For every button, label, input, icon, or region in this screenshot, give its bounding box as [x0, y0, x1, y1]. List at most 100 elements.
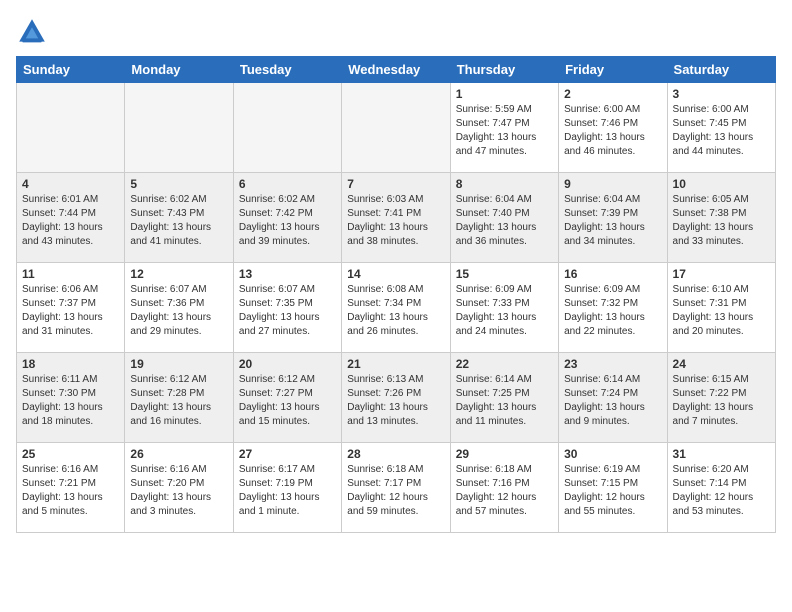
- day-number: 5: [130, 177, 227, 191]
- day-info: Sunrise: 6:09 AMSunset: 7:33 PMDaylight:…: [456, 283, 553, 339]
- day-info: Sunrise: 6:12 AMSunset: 7:28 PMDaylight:…: [130, 373, 227, 429]
- calendar-cell: [233, 83, 341, 173]
- logo: [16, 16, 52, 48]
- day-number: 8: [456, 177, 553, 191]
- calendar-cell: 8 Sunrise: 6:04 AMSunset: 7:40 PMDaylight…: [450, 173, 558, 263]
- day-info: Sunrise: 6:18 AMSunset: 7:16 PMDaylight:…: [456, 463, 553, 519]
- day-info: Sunrise: 6:02 AMSunset: 7:42 PMDaylight:…: [239, 193, 336, 249]
- calendar-cell: 20 Sunrise: 6:12 AMSunset: 7:27 PMDayligh…: [233, 353, 341, 443]
- calendar-cell: 23 Sunrise: 6:14 AMSunset: 7:24 PMDayligh…: [559, 353, 667, 443]
- calendar-cell: 6 Sunrise: 6:02 AMSunset: 7:42 PMDaylight…: [233, 173, 341, 263]
- calendar-cell: 5 Sunrise: 6:02 AMSunset: 7:43 PMDaylight…: [125, 173, 233, 263]
- calendar-cell: 2 Sunrise: 6:00 AMSunset: 7:46 PMDaylight…: [559, 83, 667, 173]
- day-number: 31: [673, 447, 770, 461]
- day-info: Sunrise: 6:11 AMSunset: 7:30 PMDaylight:…: [22, 373, 119, 429]
- calendar-cell: 13 Sunrise: 6:07 AMSunset: 7:35 PMDayligh…: [233, 263, 341, 353]
- calendar-week-row: 1 Sunrise: 5:59 AMSunset: 7:47 PMDaylight…: [17, 83, 776, 173]
- day-number: 20: [239, 357, 336, 371]
- calendar-cell: 17 Sunrise: 6:10 AMSunset: 7:31 PMDayligh…: [667, 263, 775, 353]
- day-number: 26: [130, 447, 227, 461]
- day-number: 23: [564, 357, 661, 371]
- day-number: 3: [673, 87, 770, 101]
- day-info: Sunrise: 6:16 AMSunset: 7:21 PMDaylight:…: [22, 463, 119, 519]
- day-number: 2: [564, 87, 661, 101]
- day-info: Sunrise: 6:13 AMSunset: 7:26 PMDaylight:…: [347, 373, 444, 429]
- day-info: Sunrise: 6:04 AMSunset: 7:40 PMDaylight:…: [456, 193, 553, 249]
- day-number: 25: [22, 447, 119, 461]
- day-number: 16: [564, 267, 661, 281]
- day-info: Sunrise: 6:02 AMSunset: 7:43 PMDaylight:…: [130, 193, 227, 249]
- calendar-cell: 21 Sunrise: 6:13 AMSunset: 7:26 PMDayligh…: [342, 353, 450, 443]
- calendar-cell: 25 Sunrise: 6:16 AMSunset: 7:21 PMDayligh…: [17, 443, 125, 533]
- day-info: Sunrise: 6:09 AMSunset: 7:32 PMDaylight:…: [564, 283, 661, 339]
- calendar-cell: 7Sunrise: 6:03 AMSunset: 7:41 PMDaylight…: [342, 173, 450, 263]
- day-info: Sunrise: 5:59 AMSunset: 7:47 PMDaylight:…: [456, 103, 553, 159]
- day-info: Sunrise: 6:16 AMSunset: 7:20 PMDaylight:…: [130, 463, 227, 519]
- calendar-header-sunday: Sunday: [17, 57, 125, 83]
- calendar-header-thursday: Thursday: [450, 57, 558, 83]
- day-info: Sunrise: 6:20 AMSunset: 7:14 PMDaylight:…: [673, 463, 770, 519]
- day-info: Sunrise: 6:00 AMSunset: 7:46 PMDaylight:…: [564, 103, 661, 159]
- day-info: Sunrise: 6:00 AMSunset: 7:45 PMDaylight:…: [673, 103, 770, 159]
- day-number: 30: [564, 447, 661, 461]
- day-info: Sunrise: 6:15 AMSunset: 7:22 PMDaylight:…: [673, 373, 770, 429]
- day-info: Sunrise: 6:07 AMSunset: 7:35 PMDaylight:…: [239, 283, 336, 339]
- calendar-header-tuesday: Tuesday: [233, 57, 341, 83]
- calendar-cell: 26 Sunrise: 6:16 AMSunset: 7:20 PMDayligh…: [125, 443, 233, 533]
- calendar-cell: 10 Sunrise: 6:05 AMSunset: 7:38 PMDayligh…: [667, 173, 775, 263]
- calendar-cell: 4Sunrise: 6:01 AMSunset: 7:44 PMDaylight…: [17, 173, 125, 263]
- calendar-cell: 27Sunrise: 6:17 AMSunset: 7:19 PMDayligh…: [233, 443, 341, 533]
- calendar-week-row: 25 Sunrise: 6:16 AMSunset: 7:21 PMDayligh…: [17, 443, 776, 533]
- day-number: 14: [347, 267, 444, 281]
- day-number: 28: [347, 447, 444, 461]
- day-info: Sunrise: 6:19 AMSunset: 7:15 PMDaylight:…: [564, 463, 661, 519]
- calendar-cell: 16 Sunrise: 6:09 AMSunset: 7:32 PMDayligh…: [559, 263, 667, 353]
- page-header: [16, 16, 776, 48]
- day-info: Sunrise: 6:14 AMSunset: 7:24 PMDaylight:…: [564, 373, 661, 429]
- calendar-cell: 3 Sunrise: 6:00 AMSunset: 7:45 PMDaylight…: [667, 83, 775, 173]
- day-info: Sunrise: 6:10 AMSunset: 7:31 PMDaylight:…: [673, 283, 770, 339]
- day-info: Sunrise: 6:18 AMSunset: 7:17 PMDaylight:…: [347, 463, 444, 519]
- calendar-cell: 22Sunrise: 6:14 AMSunset: 7:25 PMDayligh…: [450, 353, 558, 443]
- calendar-cell: [125, 83, 233, 173]
- day-number: 21: [347, 357, 444, 371]
- calendar-week-row: 18 Sunrise: 6:11 AMSunset: 7:30 PMDayligh…: [17, 353, 776, 443]
- calendar-cell: [17, 83, 125, 173]
- day-number: 29: [456, 447, 553, 461]
- calendar-week-row: 4Sunrise: 6:01 AMSunset: 7:44 PMDaylight…: [17, 173, 776, 263]
- calendar-cell: 29 Sunrise: 6:18 AMSunset: 7:16 PMDayligh…: [450, 443, 558, 533]
- calendar-cell: 28 Sunrise: 6:18 AMSunset: 7:17 PMDayligh…: [342, 443, 450, 533]
- calendar-cell: 18 Sunrise: 6:11 AMSunset: 7:30 PMDayligh…: [17, 353, 125, 443]
- calendar-cell: 30 Sunrise: 6:19 AMSunset: 7:15 PMDayligh…: [559, 443, 667, 533]
- day-number: 6: [239, 177, 336, 191]
- day-info: Sunrise: 6:05 AMSunset: 7:38 PMDaylight:…: [673, 193, 770, 249]
- calendar-cell: 12Sunrise: 6:07 AMSunset: 7:36 PMDayligh…: [125, 263, 233, 353]
- calendar-cell: 31 Sunrise: 6:20 AMSunset: 7:14 PMDayligh…: [667, 443, 775, 533]
- day-number: 27: [239, 447, 336, 461]
- calendar-cell: 9Sunrise: 6:04 AMSunset: 7:39 PMDaylight…: [559, 173, 667, 263]
- logo-icon: [16, 16, 48, 48]
- day-number: 9: [564, 177, 661, 191]
- day-info: Sunrise: 6:07 AMSunset: 7:36 PMDaylight:…: [130, 283, 227, 339]
- calendar-cell: 15 Sunrise: 6:09 AMSunset: 7:33 PMDayligh…: [450, 263, 558, 353]
- day-number: 10: [673, 177, 770, 191]
- calendar-cell: [342, 83, 450, 173]
- day-number: 19: [130, 357, 227, 371]
- day-number: 1: [456, 87, 553, 101]
- calendar-table: SundayMondayTuesdayWednesdayThursdayFrid…: [16, 56, 776, 533]
- calendar-header-row: SundayMondayTuesdayWednesdayThursdayFrid…: [17, 57, 776, 83]
- day-info: Sunrise: 6:12 AMSunset: 7:27 PMDaylight:…: [239, 373, 336, 429]
- day-info: Sunrise: 6:03 AMSunset: 7:41 PMDaylight:…: [347, 193, 444, 249]
- day-number: 18: [22, 357, 119, 371]
- calendar-header-saturday: Saturday: [667, 57, 775, 83]
- day-info: Sunrise: 6:01 AMSunset: 7:44 PMDaylight:…: [22, 193, 119, 249]
- calendar-cell: 24 Sunrise: 6:15 AMSunset: 7:22 PMDayligh…: [667, 353, 775, 443]
- calendar-cell: 14Sunrise: 6:08 AMSunset: 7:34 PMDayligh…: [342, 263, 450, 353]
- calendar-cell: 19 Sunrise: 6:12 AMSunset: 7:28 PMDayligh…: [125, 353, 233, 443]
- day-number: 22: [456, 357, 553, 371]
- calendar-header-friday: Friday: [559, 57, 667, 83]
- day-number: 15: [456, 267, 553, 281]
- day-number: 17: [673, 267, 770, 281]
- day-number: 24: [673, 357, 770, 371]
- day-number: 13: [239, 267, 336, 281]
